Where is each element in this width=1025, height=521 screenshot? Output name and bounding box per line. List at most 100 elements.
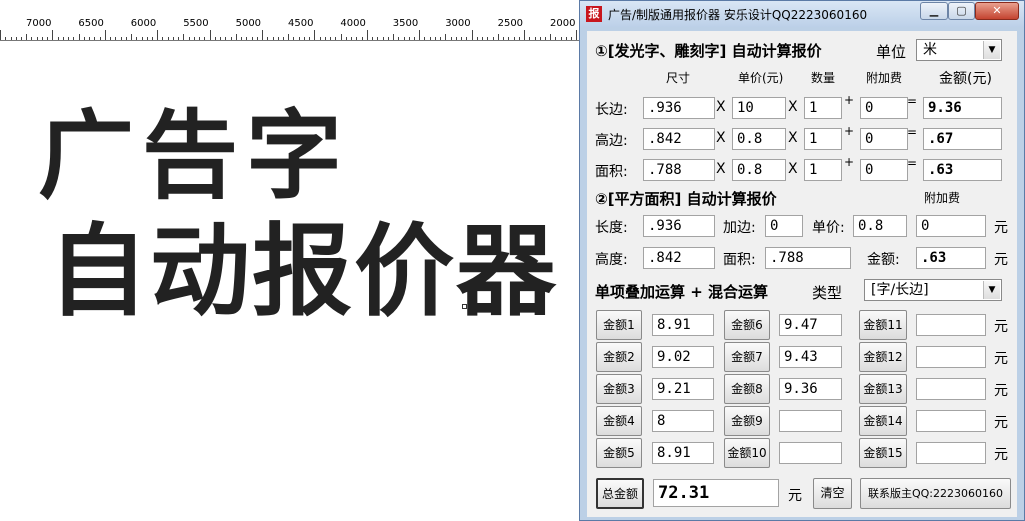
amount-button[interactable]: 金额2 xyxy=(596,342,642,372)
height-input[interactable]: .842 xyxy=(643,247,715,269)
ruler-tick xyxy=(340,34,342,40)
yuan-label: 元 xyxy=(994,351,1008,367)
unit-price-input[interactable]: 0.8 xyxy=(732,128,786,150)
ruler-tick xyxy=(141,37,143,40)
amount-button[interactable]: 金额5 xyxy=(596,438,642,468)
minimize-button[interactable]: ▁ xyxy=(920,2,948,20)
ruler-tick xyxy=(62,37,64,40)
amount-button[interactable]: 金额1 xyxy=(596,310,642,340)
ruler-tick xyxy=(241,37,242,40)
amount-input[interactable] xyxy=(916,314,986,336)
amount-button[interactable]: 金额15 xyxy=(859,438,907,468)
ruler-tick-label: 6000 xyxy=(130,18,157,29)
side-input[interactable]: 0 xyxy=(765,215,803,237)
area-input[interactable]: .788 xyxy=(765,247,851,269)
amount-input[interactable]: 9.02 xyxy=(652,346,714,368)
canvas-text-line1: 广告字 xyxy=(38,100,350,212)
ruler-tick xyxy=(545,37,546,40)
section2-fee-input[interactable]: 0 xyxy=(916,215,986,237)
section2-title: ②[平方面积] 自动计算报价 xyxy=(595,190,777,208)
ruler-tick xyxy=(41,37,43,40)
row-label: 长边: xyxy=(595,102,628,118)
selection-handle[interactable] xyxy=(462,304,467,309)
ruler-tick xyxy=(120,37,122,40)
amount-input[interactable] xyxy=(916,410,986,432)
amount-input[interactable]: 8.91 xyxy=(652,442,714,464)
header-size: 尺寸 xyxy=(666,71,691,85)
total-button[interactable]: 总金额 xyxy=(596,478,644,509)
window-client: ①[发光字、雕刻字] 自动计算报价 单位 米 ▼ 尺寸 单价(元) 数量 附加费… xyxy=(587,31,1017,517)
clear-button[interactable]: 清空 xyxy=(813,478,852,509)
size-input[interactable]: .936 xyxy=(643,97,715,119)
ruler-tick xyxy=(497,34,499,40)
quantity-input[interactable]: 1 xyxy=(804,128,842,150)
times-sign: X xyxy=(716,130,726,146)
ruler-tick xyxy=(303,37,305,40)
ruler-tick-label: 5000 xyxy=(235,18,262,29)
amount-input[interactable] xyxy=(779,442,842,464)
times-sign: X xyxy=(716,161,726,177)
type-select[interactable]: [字/长边] ▼ xyxy=(864,279,1002,301)
amount-button[interactable]: 金额13 xyxy=(859,374,907,404)
fee-input[interactable]: 0 xyxy=(860,159,908,181)
length-input[interactable]: .936 xyxy=(643,215,715,237)
maximize-button[interactable]: ▢ xyxy=(948,2,975,20)
unit-select[interactable]: 米 ▼ xyxy=(916,39,1002,61)
amount-button[interactable]: 金额12 xyxy=(859,342,907,372)
amount-input[interactable] xyxy=(916,442,986,464)
total-output: 72.31 xyxy=(653,479,779,507)
amount-button[interactable]: 金额6 xyxy=(724,310,770,340)
amount-button[interactable]: 金额10 xyxy=(724,438,770,468)
fee-input[interactable]: 0 xyxy=(860,128,908,150)
amount-button[interactable]: 金额3 xyxy=(596,374,642,404)
amount-input[interactable]: 9.43 xyxy=(779,346,842,368)
amount-label: 金额: xyxy=(867,252,900,268)
unit-label: 单位 xyxy=(876,43,907,61)
amount-input[interactable] xyxy=(779,410,842,432)
chevron-down-icon[interactable]: ▼ xyxy=(983,41,1000,59)
close-button[interactable]: ✕ xyxy=(975,2,1019,20)
size-input[interactable]: .788 xyxy=(643,159,715,181)
unit-price-input[interactable]: 0.8 xyxy=(732,159,786,181)
row-label: 面积: xyxy=(595,164,628,180)
unitprice-input[interactable]: 0.8 xyxy=(853,215,907,237)
amount-button[interactable]: 金额4 xyxy=(596,406,642,436)
yuan-label: 元 xyxy=(994,319,1008,335)
plus-sign: + xyxy=(844,93,855,107)
fee-input[interactable]: 0 xyxy=(860,97,908,119)
amount-button[interactable]: 金额7 xyxy=(724,342,770,372)
ruler-tick xyxy=(361,37,363,40)
amount-input[interactable]: 8 xyxy=(652,410,714,432)
amount-button[interactable]: 金额8 xyxy=(724,374,770,404)
ruler-tick xyxy=(214,37,216,40)
amount-button[interactable]: 金额9 xyxy=(724,406,770,436)
amount-input[interactable] xyxy=(916,346,986,368)
amount-input[interactable]: 8.91 xyxy=(652,314,714,336)
amount-input[interactable]: 9.36 xyxy=(779,378,842,400)
ruler-tick xyxy=(393,34,394,40)
amount-button[interactable]: 金额14 xyxy=(859,406,907,436)
amount-input[interactable]: 9.21 xyxy=(652,378,714,400)
ruler-tick xyxy=(309,37,311,40)
total-yuan-label: 元 xyxy=(788,488,802,504)
amount-button[interactable]: 金额11 xyxy=(859,310,907,340)
ruler-tick xyxy=(513,37,515,40)
height-label: 高度: xyxy=(595,252,628,268)
title-bar[interactable]: 报 广告/制版通用报价器 安乐设计QQ2223060160 ▁ ▢ ✕ xyxy=(580,1,1024,27)
row-label: 高边: xyxy=(595,133,628,149)
ruler-tick xyxy=(146,37,148,40)
ruler-tick xyxy=(110,37,111,40)
quantity-input[interactable]: 1 xyxy=(804,97,842,119)
window-title: 广告/制版通用报价器 安乐设计QQ2223060160 xyxy=(608,8,868,22)
unit-price-input[interactable]: 10 xyxy=(732,97,786,119)
chevron-down-icon[interactable]: ▼ xyxy=(983,281,1000,299)
quantity-input[interactable]: 1 xyxy=(804,159,842,181)
contact-button[interactable]: 联系版主QQ:2223060160 xyxy=(860,478,1011,509)
amount-input[interactable]: 9.47 xyxy=(779,314,842,336)
times-sign: X xyxy=(788,161,798,177)
amount-input[interactable] xyxy=(916,378,986,400)
ruler-tick xyxy=(178,37,180,40)
size-input[interactable]: .842 xyxy=(643,128,715,150)
equals-sign: = xyxy=(907,156,918,170)
ruler-tick-label: 6500 xyxy=(78,18,104,29)
